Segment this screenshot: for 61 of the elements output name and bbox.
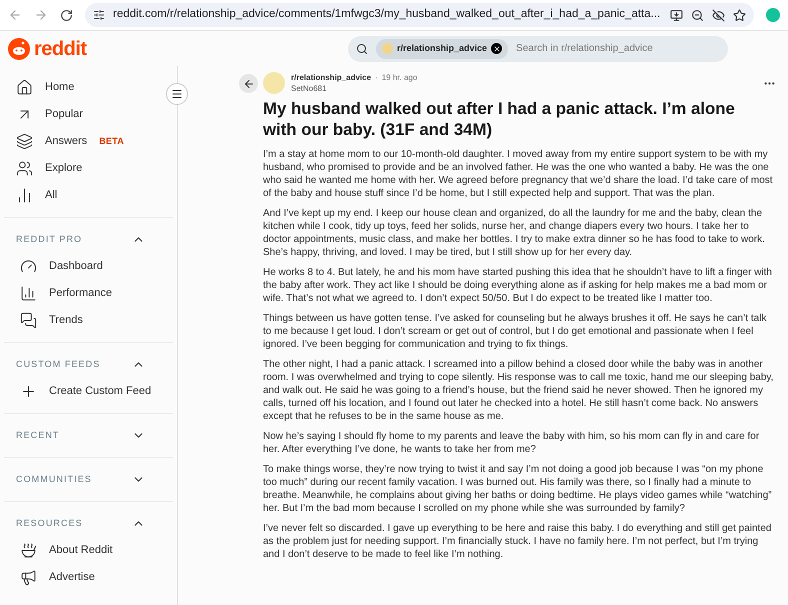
reload-icon[interactable] — [60, 8, 73, 22]
remove-chip-button[interactable] — [491, 43, 502, 54]
menu-toggle-button[interactable] — [166, 83, 188, 105]
community-chip[interactable]: r/relationship_advice — [376, 38, 508, 58]
eye-off-icon[interactable] — [712, 8, 725, 22]
megaphone-icon — [20, 569, 37, 586]
sidebar-item[interactable]: Dashboard — [49, 258, 103, 275]
address-bar[interactable]: reddit.com/r/relationship_advice/comments/1mfwgc3/my_husband_walked_out_after_i_had_a_panic_atta... — [85, 3, 754, 27]
post-paragraph: I’ve never felt so discarded. I gave up everything to be here and raise this baby. I do everything and still get painted as the problem just for needing support. I’m financially stuck. I have no family here. I’m not perfect, but I’m trying and I don’t deserve to be made to feel like I’m nothing. — [263, 522, 772, 561]
menu-icon — [171, 88, 183, 100]
sidebar-item[interactable]: Advertise — [49, 569, 95, 586]
bowl-icon — [20, 542, 37, 559]
community-avatar — [382, 43, 393, 54]
bookmark-icon[interactable] — [733, 8, 746, 22]
post-paragraph: Things between us have gotten tense. I’ve asked for counseling but he always brushes it off. He says he can’t talk to me because I get loud. I don’t scream or get out of control, but I do get emotional and passionate when I feel ignored. I’ve been begging for communication and trying to fix things. — [263, 312, 768, 351]
sidebar-item[interactable]: About Reddit — [49, 542, 113, 559]
chip-label: r/relationship_advice — [397, 42, 488, 55]
post-paragraph: Now he’s saying I should fly home to my parents and leave the baby with him, so his mom can fly in and care for her. After everything I’ve done, he wants to take her from me? — [263, 430, 760, 456]
search-input[interactable]: Search in r/relationship_advice — [516, 41, 720, 56]
sidebar-item[interactable]: Create Custom Feed — [49, 383, 152, 400]
beta-label: BETA — [99, 134, 124, 148]
gauge-icon — [20, 258, 37, 275]
separator-dot: · — [375, 72, 378, 83]
post-paragraph: The other night, I had a panic attack. I screamed into a pillow behind a closed door while the baby was in another room. I was overwhelmed and trying to cope silently. His response was to call me toxic, hand me our sleeping baby, and walk out. He said he was going to a friend’s house, but the friend said he never showed. Then he ignored my calls, turned off his location, and I found out later he checked into a hotel. He still hasn’t come back. No answers except that he refuses to be in the same house as me. — [263, 358, 774, 423]
sidebar-item[interactable]: Answers — [45, 133, 88, 150]
sidebar-item[interactable]: Trends — [49, 312, 83, 329]
url-text: reddit.com/r/relationship_advice/comments/1mfwgc3/my_husband_walked_out_after_i_had_a_panic_atta... — [113, 7, 662, 22]
chat-bubbles-icon — [20, 312, 37, 329]
sidebar-item[interactable]: Explore — [45, 160, 82, 177]
post-paragraph: To make things worse, they’re now trying to twist it and say I’m not doing a good job because I was “on my phone too much” during our recent family vacation. I was burned out. His family was there, so I finally had a minute to breathe. Meanwhile, he complains about giving her baths or doing bedtime. He plays video games while “watching” her. But I’m the bad mom because I scrolled on my phone while she was surrounded by family? — [263, 463, 773, 515]
post-paragraph: He works 8 to 4. But lately, he and his mom have started pushing this idea that he shouldn’t have to lift a finger with the baby after work. They act like I should be doing everything alone as if asking for help makes me a bad mom or wife. That’s not what we agreed to. I don’t expect 50/50. But I do expect to be treated like I matter too. — [263, 266, 773, 305]
layers-icon — [16, 133, 33, 150]
bar-chart-icon — [20, 285, 37, 302]
people-icon — [16, 160, 33, 177]
author-name[interactable]: SetNo681 — [291, 83, 418, 94]
plus-icon — [20, 383, 37, 400]
search-icon — [356, 42, 368, 54]
home-icon — [16, 79, 33, 96]
back-arrow-icon — [242, 78, 254, 90]
alien-logo-icon[interactable] — [8, 38, 30, 60]
sidebar-item[interactable]: Home — [45, 79, 74, 96]
post-paragraph: I’m a stay at home mom to our 10-month-old daughter. I moved away from my entire support system to be with my husband, who promised to provide and be an involved father. He was the one who wanted a baby. He was the one who said he wanted me home with her. We agreed before pregnancy that we’d share the load. I’d take care of most of the baby and house stuff since I’d be home, but I still expected help and support. That was the plan. — [263, 148, 774, 200]
zoom-out-icon[interactable] — [691, 8, 704, 22]
post-title: My husband walked out after I had a panic attack. I’m alone with our baby. (31F and 34M) — [263, 98, 736, 140]
post-time: 19 hr. ago — [382, 72, 418, 83]
section-heading[interactable]: CUSTOM FEEDS — [16, 358, 100, 372]
section-heading[interactable]: COMMUNITIES — [16, 472, 92, 486]
sidebar-item[interactable]: Performance — [49, 285, 112, 302]
section-heading[interactable]: REDDIT PRO — [16, 232, 82, 246]
back-button[interactable] — [239, 74, 258, 93]
sidebar-item[interactable]: Popular — [45, 106, 83, 123]
section-heading[interactable]: RESOURCES — [16, 516, 83, 530]
sidebar-item[interactable]: All — [45, 187, 58, 204]
post-paragraph: And I’ve kept up my end. I keep our house clean and organized, do all the laundry for me and the baby, clean the kitchen while I cook, tidy up toys, feed her solids, nurse her, and change diapers every two hours. I take her to doctor appointments, music class, and make her bottles. I try to make extra dinner so he has food to take to work. She’s happy, thriving, and loved. I may be tired, but I still show up for her every day. — [263, 207, 766, 259]
search-field[interactable]: r/relationship_advice Search in r/relationship_advice — [348, 36, 728, 62]
close-icon — [492, 44, 501, 52]
chart-icon — [16, 187, 33, 204]
install-icon[interactable] — [670, 8, 683, 22]
section-heading[interactable]: RECENT — [16, 428, 60, 442]
subreddit-link[interactable]: r/relationship_advice — [291, 72, 372, 83]
site-settings-icon[interactable] — [93, 9, 105, 21]
